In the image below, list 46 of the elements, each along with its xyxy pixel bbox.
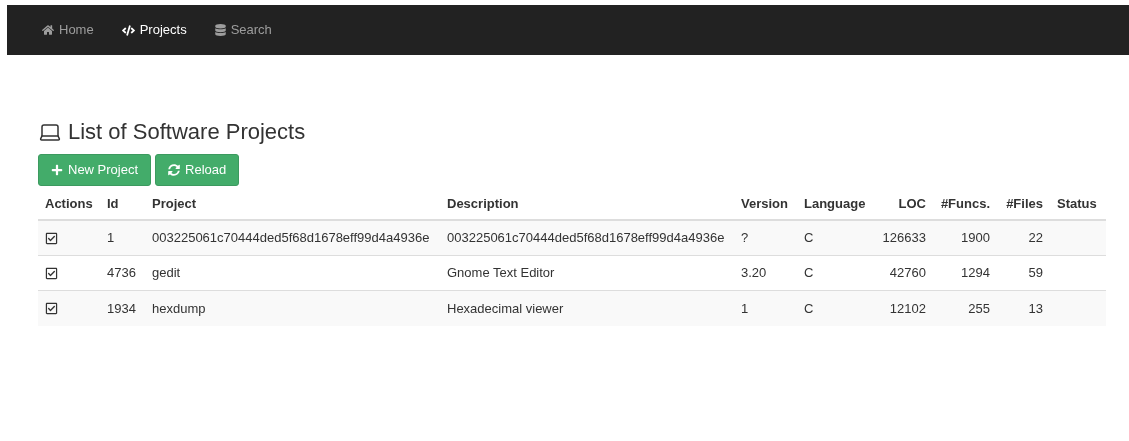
table-cell-text: C: [803, 264, 815, 283]
table-cell-text: 12102: [888, 299, 927, 318]
column-header: LOC: [897, 195, 927, 214]
page-title-text: List of Software Projects: [68, 119, 306, 145]
table-cell-text: 3.20: [740, 264, 768, 283]
table-cell-text: C: [803, 229, 815, 248]
table-cell-text: 13: [1027, 299, 1044, 318]
table-cell-text: 1900: [960, 229, 991, 248]
edit-check-icon[interactable]: [45, 302, 58, 315]
table-cell-text: 1934: [106, 299, 137, 318]
table-cell-text: 1294: [960, 264, 991, 283]
column-header: Status: [1056, 195, 1098, 214]
column-header: Version: [740, 195, 789, 214]
edit-check-icon[interactable]: [45, 231, 58, 245]
table-cell-text: 22: [1027, 229, 1044, 248]
edit-check-icon[interactable]: [45, 266, 58, 280]
database-icon: [214, 24, 226, 36]
table-cell-text: 42760: [888, 264, 927, 283]
column-header: #Files: [1005, 195, 1044, 214]
table-cell-text: 003225061c70444ded5f68d1678eff99d4a4936e: [151, 229, 431, 248]
nav-link[interactable]: Projects: [121, 20, 187, 40]
table-cell-text: 1: [106, 229, 116, 248]
table-cell-text: 126633: [881, 229, 927, 248]
nav-link[interactable]: Home: [42, 20, 94, 40]
plus-icon: [51, 164, 63, 176]
column-header: Language: [803, 195, 867, 214]
column-header: Description: [446, 195, 520, 214]
reload-icon: [168, 164, 181, 176]
table-cell-text: C: [803, 299, 815, 318]
table-cell-text: 4736: [106, 264, 137, 283]
table-cell-text: gedit: [151, 264, 182, 283]
table-cell-text: ?: [740, 229, 750, 248]
column-header: Actions: [44, 195, 94, 214]
table-cell-text: hexdump: [151, 299, 207, 318]
table-cell-text: 59: [1027, 264, 1044, 283]
home-icon: [42, 24, 54, 36]
column-header: Project: [151, 195, 198, 214]
column-header: Id: [106, 195, 120, 214]
table-cell-text: 003225061c70444ded5f68d1678eff99d4a4936e: [446, 229, 726, 248]
code-icon: [121, 23, 135, 37]
nav-link[interactable]: Search: [214, 20, 272, 40]
table-cell-text: 255: [967, 299, 991, 318]
table-cell-text: 1: [740, 299, 750, 318]
column-header: #Funcs.: [939, 195, 991, 214]
table-cell-text: Hexadecimal viewer: [446, 299, 565, 318]
table-cell-text: Gnome Text Editor: [446, 264, 556, 283]
